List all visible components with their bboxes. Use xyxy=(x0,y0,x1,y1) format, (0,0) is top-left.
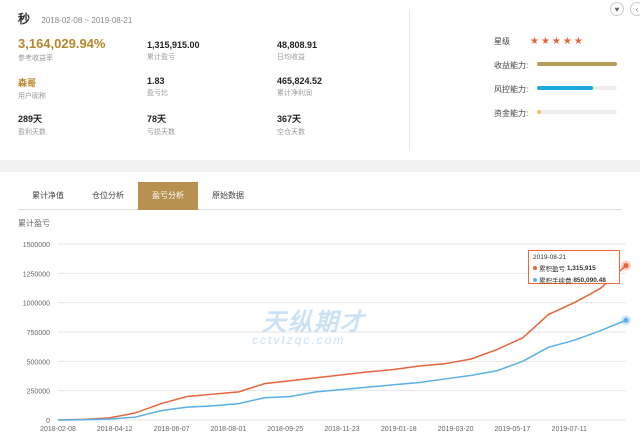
pl-ratio-value: 1.83 xyxy=(147,76,165,86)
chart-y-title: 累计盈亏 xyxy=(18,219,50,228)
tooltip-date: 2019-08-21 xyxy=(533,254,567,261)
x-tick-label: 2018-02-08 xyxy=(40,426,76,433)
tooltip-profit-row: 累积盈亏: 1,315,915 xyxy=(533,263,615,273)
tab-pl-analysis[interactable]: 盈亏分析 xyxy=(138,182,198,210)
watermark-url: cctvtzqc.com xyxy=(252,333,346,347)
stat-profit-days: 289天 盈利天数 xyxy=(18,112,46,137)
net-profit-value: 465,824.52 xyxy=(277,76,323,86)
account-name: 秒 xyxy=(18,12,31,26)
daily-return-value: 48,808.91 xyxy=(277,40,318,50)
y-tick-label: 1000000 xyxy=(23,301,50,308)
tooltip-fee-value: 850,090.48 xyxy=(573,276,606,284)
daily-return-label: 日均收益 xyxy=(277,54,305,61)
profit-days-label: 盈利天数 xyxy=(18,129,46,136)
stat-loss-days: 78天 亏损天数 xyxy=(147,112,175,137)
nickname-label: 用户昵称 xyxy=(18,93,46,100)
profit-endpoint xyxy=(623,263,629,269)
ability-bar-profit xyxy=(537,62,617,66)
ability-fill-risk xyxy=(537,86,593,90)
y-tick-label: 750000 xyxy=(27,330,50,337)
stat-flat-days: 367天 空仓天数 xyxy=(277,112,305,137)
net-profit-label: 累计净利润 xyxy=(277,90,312,97)
ability-label-risk: 风控能力: xyxy=(494,85,529,94)
x-tick-label: 2019-01-18 xyxy=(381,426,417,433)
fee-dot-icon xyxy=(533,278,537,282)
date-range: 2018-02-08 ~ 2019-08-21 xyxy=(41,16,133,25)
stat-cum-profit: 1,315,915.00 累计盈亏 xyxy=(147,40,200,62)
profit-days-value: 289天 xyxy=(18,114,43,124)
y-tick-label: 0 xyxy=(46,418,50,425)
ability-bar-capital xyxy=(537,110,617,114)
profit-dot-icon xyxy=(533,266,537,270)
star-rating: ★★★★★ xyxy=(530,36,585,47)
y-tick-label: 1500000 xyxy=(23,242,50,249)
x-tick-label: 2018-09-25 xyxy=(267,426,303,433)
loss-days-label: 亏损天数 xyxy=(147,129,175,136)
tooltip-profit-value: 1,315,915 xyxy=(566,264,596,272)
title-row: 秒 2018-02-08 ~ 2019-08-21 xyxy=(18,10,132,27)
cum-profit-label: 累计盈亏 xyxy=(147,54,175,61)
tab-bar: 累计净值 仓位分析 盈亏分析 原始数据 xyxy=(18,182,622,210)
fee-endpoint xyxy=(623,317,629,323)
x-tick-label: 2019-05-17 xyxy=(494,426,530,433)
pl-ratio-label: 盈亏比 xyxy=(147,90,168,97)
stat-daily-return: 48,808.91 日均收益 xyxy=(277,40,317,62)
stat-pl-ratio: 1.83 盈亏比 xyxy=(147,76,168,98)
flat-days-label: 空仓天数 xyxy=(277,129,305,136)
loss-days-value: 78天 xyxy=(147,114,167,124)
x-tick-label: 2018-04-12 xyxy=(97,426,133,433)
x-tick-label: 2019-03-20 xyxy=(438,426,474,433)
divider xyxy=(409,10,410,150)
flat-days-value: 367天 xyxy=(277,114,302,124)
return-value: 3,164,029.94% xyxy=(18,36,106,51)
stat-nickname: 森哥 用户昵称 xyxy=(18,76,46,101)
ability-fill-profit xyxy=(537,62,617,66)
tab-net-value[interactable]: 累计净值 xyxy=(18,182,78,210)
watermark: 天纵期才 xyxy=(262,309,366,336)
cum-profit-value: 1,315,915.00 xyxy=(147,40,200,50)
y-tick-label: 1250000 xyxy=(23,271,50,278)
chart-tooltip: 2019-08-21 累积盈亏: 1,315,915 累积手续费: 850,09… xyxy=(528,250,620,285)
ability-label-capital: 资金能力: xyxy=(494,109,529,118)
tooltip-fee-row: 累积手续费: 850,090.48 xyxy=(533,275,615,285)
tab-raw-data[interactable]: 原始数据 xyxy=(198,182,258,210)
ability-bar-risk xyxy=(537,86,617,90)
y-tick-label: 250000 xyxy=(27,389,50,396)
chevron-left-icon[interactable]: ‹ xyxy=(630,2,640,16)
ability-label-profit: 收益能力: xyxy=(494,61,529,70)
x-tick-label: 2018-11-23 xyxy=(324,426,359,433)
tooltip-fee-label: 累积手续费: xyxy=(539,278,574,285)
x-tick-label: 2018-06-07 xyxy=(154,426,190,433)
return-label: 参考收益率 xyxy=(18,55,53,62)
tab-position-analysis[interactable]: 仓位分析 xyxy=(78,182,138,210)
tooltip-profit-label: 累积盈亏: xyxy=(539,266,567,273)
x-tick-label: 2018-08-01 xyxy=(210,426,246,433)
y-tick-label: 500000 xyxy=(27,359,50,366)
x-tick-label: 2019-07-11 xyxy=(552,426,587,433)
ability-fill-capital xyxy=(537,110,541,114)
star-label: 星级 xyxy=(494,37,510,46)
stat-net-profit: 465,824.52 累计净利润 xyxy=(277,76,322,98)
heart-icon[interactable]: ♥ xyxy=(610,2,624,16)
nickname-value: 森哥 xyxy=(18,78,37,88)
stat-return: 3,164,029.94% 参考收益率 xyxy=(18,36,105,63)
